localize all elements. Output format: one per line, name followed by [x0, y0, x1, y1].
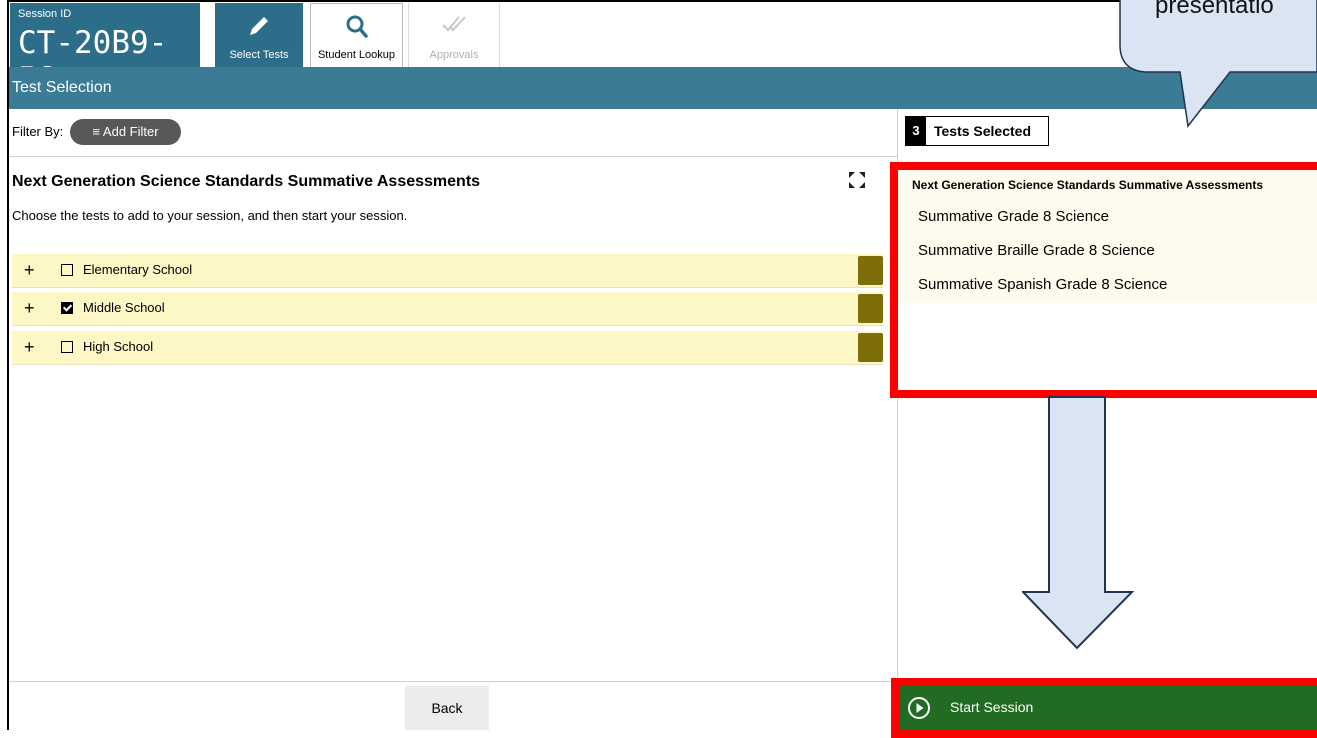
tab-approvals[interactable]: Approvals: [408, 3, 500, 67]
tab-select-tests-label: Select Tests: [229, 49, 289, 61]
group-handle[interactable]: [858, 294, 883, 323]
test-group-high[interactable]: + High School: [12, 331, 883, 365]
tab-student-lookup-label: Student Lookup: [317, 49, 396, 61]
instruction-text: Choose the tests to add to your session,…: [12, 208, 408, 223]
group-checkbox[interactable]: [61, 264, 73, 276]
tab-approvals-label: Approvals: [429, 49, 479, 61]
section-title: Next Generation Science Standards Summat…: [12, 173, 481, 190]
test-group-middle[interactable]: + Middle School: [12, 292, 883, 326]
search-icon: [346, 15, 368, 38]
filter-by-label: Filter By:: [12, 124, 64, 139]
filter-sliders-icon: ≡: [92, 124, 101, 139]
session-id-label: Session ID: [18, 8, 72, 20]
group-handle[interactable]: [858, 256, 883, 285]
group-name: Middle School: [83, 300, 165, 315]
back-button[interactable]: Back: [405, 686, 489, 730]
highlight-box-selected-tests: [890, 162, 1317, 398]
group-name: Elementary School: [83, 262, 193, 277]
test-group-elementary[interactable]: + Elementary School: [12, 254, 883, 288]
session-id-box: Session ID CT-20B9-56: [10, 3, 200, 97]
add-filter-label: Add Filter: [102, 124, 159, 139]
tab-select-tests[interactable]: Select Tests: [215, 3, 303, 67]
footer-divider: [9, 681, 897, 682]
tests-selected-label: Tests Selected: [934, 123, 1032, 139]
filter-row: Filter By: ≡ Add Filter: [9, 109, 897, 157]
tests-selected-tab[interactable]: 3 Tests Selected: [905, 116, 1049, 146]
tab-student-lookup[interactable]: Student Lookup: [310, 3, 403, 67]
double-check-icon: [442, 16, 466, 32]
group-checkbox[interactable]: [61, 341, 73, 353]
expand-plus-icon[interactable]: +: [24, 298, 35, 319]
callout-text: presentatio: [1155, 0, 1274, 19]
expand-icon[interactable]: [847, 170, 867, 190]
expand-plus-icon[interactable]: +: [24, 260, 35, 281]
expand-plus-icon[interactable]: +: [24, 337, 35, 358]
down-arrow-annotation: [1022, 396, 1134, 650]
group-checkbox[interactable]: [61, 302, 73, 314]
page-title: Test Selection: [12, 79, 112, 96]
group-handle[interactable]: [858, 333, 883, 362]
add-filter-button[interactable]: ≡ Add Filter: [70, 119, 181, 145]
highlight-box-start-session: [891, 678, 1317, 738]
tests-selected-count: 3: [906, 117, 926, 145]
group-name: High School: [83, 339, 154, 354]
pencil-icon: [250, 17, 268, 35]
